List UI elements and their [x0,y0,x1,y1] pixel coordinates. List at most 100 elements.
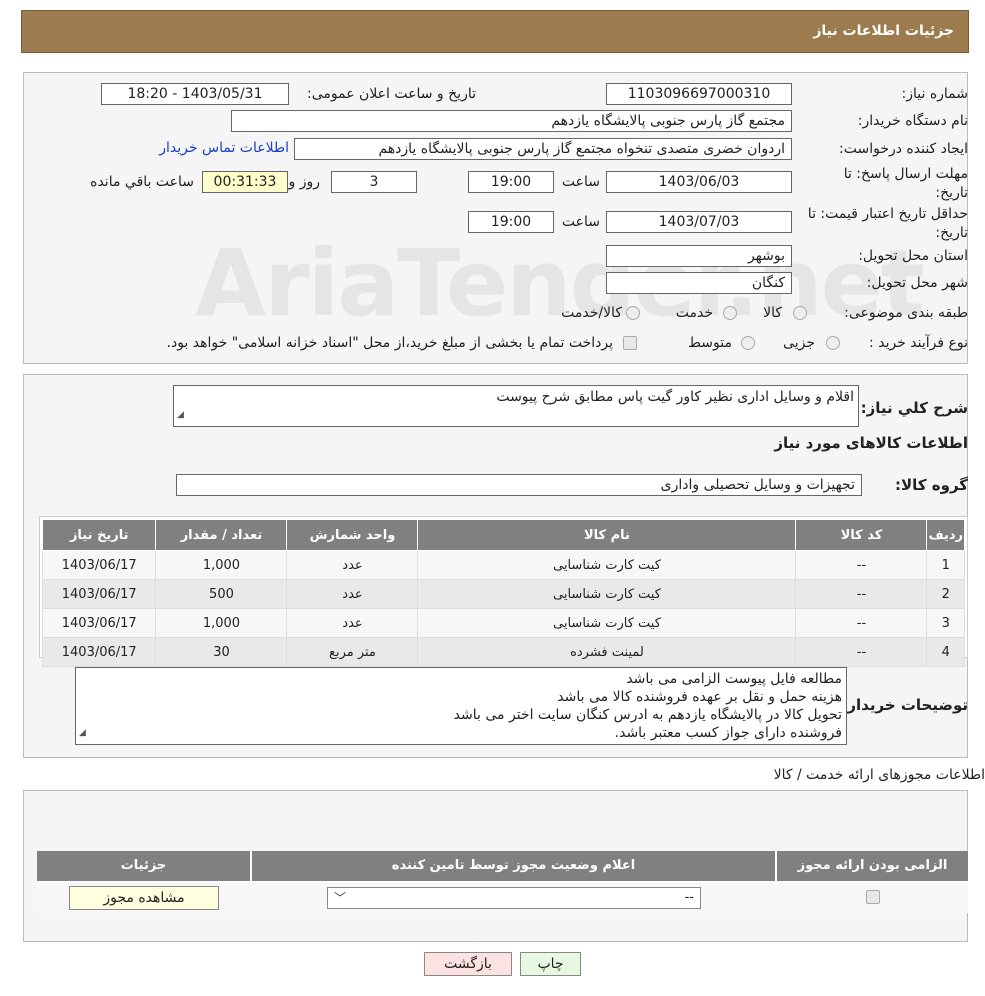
category-radio-goods[interactable] [793,306,807,320]
table-row: 4 -- لمینت فشرده متر مربع 30 1403/06/17 [41,637,965,667]
page-title: جزئیات اطلاعات نیاز [813,23,954,39]
category-label: طبقه بندی موضوعی: [844,305,968,321]
table-row: 2 -- کیت کارت شناسایی عدد 500 1403/06/17 [41,579,965,609]
watermark-logo: AriaTender.net [195,230,925,337]
buyer-note-line: هزینه حمل و نقل بر عهده فروشنده کالا می … [557,689,842,705]
items-table-header: ردیف کد کالا نام کالا واحد شمارش تعداد /… [41,519,965,551]
process-option-partial: جزیی [783,335,815,351]
need-number-label: شماره نیاز: [901,86,969,102]
creator-label: ایجاد کننده درخواست: [839,141,968,157]
summary-label: شرح کلي نیاز: [860,399,968,417]
remaining-time-label: ساعت باقي مانده [90,174,194,190]
remaining-time-field: 00:31:33 [202,171,288,193]
cell-quantity: 500 [155,579,288,609]
category-option-goods-service: کالا/خدمت [561,305,622,321]
category-radio-service[interactable] [723,306,737,320]
permits-col-required: الزامی بودن ارائه مجوز [777,851,968,881]
cell-date: 1403/06/17 [41,608,157,638]
buyer-notes-textarea[interactable]: مطالعه فایل پیوست الزامی می باشد هزینه ح… [75,667,847,745]
table-row: 3 -- کیت کارت شناسایی عدد 1,000 1403/06/… [41,608,965,638]
reply-time-label: ساعت [561,174,600,190]
back-button[interactable]: بازگشت [424,952,512,976]
resize-grip-icon[interactable]: ◢ [177,406,184,424]
col-quantity: تعداد / مقدار [155,519,288,551]
cell-name: کیت کارت شناسایی [417,579,797,609]
city-label: شهر محل تحویل: [866,275,968,291]
process-radio-medium[interactable] [741,336,755,350]
cell-date: 1403/06/17 [41,579,157,609]
cell-code: -- [795,579,928,609]
items-table: ردیف کد کالا نام کالا واحد شمارش تعداد /… [41,519,965,667]
permits-title: اطلاعات مجوزهای ارائه خدمت / کالا [773,767,985,783]
process-option-medium: متوسط [688,335,732,351]
process-radio-partial[interactable] [826,336,840,350]
items-table-wrapper: ردیف کد کالا نام کالا واحد شمارش تعداد /… [39,516,968,667]
buyer-contact-link[interactable]: اطلاعات تماس خریدار [159,140,289,156]
announce-label: تاریخ و ساعت اعلان عمومی: [307,86,476,102]
buyer-label: نام دستگاه خریدار: [857,113,968,129]
buyer-note-line: مطالعه فایل پیوست الزامی می باشد [626,671,842,687]
view-permit-button[interactable]: مشاهده مجوز [69,886,219,910]
payment-note: پرداخت تمام یا بخشی از مبلغ خرید،از محل … [166,335,613,351]
group-field: تجهیزات و وسایل تحصیلی واداری [176,474,862,496]
chevron-down-icon: ﹀ [334,891,347,905]
cell-name: لمینت فشرده [417,637,797,667]
summary-textarea[interactable]: اقلام و وسایل اداری نظیر کاور گیت پاس مط… [173,385,859,427]
cell-name: کیت کارت شناسایی [417,608,797,638]
announce-field: 1403/05/31 - 18:20 [101,83,289,105]
permits-col-status: اعلام وضعیت مجوز توسط تامین کننده [252,851,775,881]
col-row: ردیف [926,519,965,551]
buyer-note-line: تحویل کالا در پالایشگاه یازدهم به ادرس ک… [453,707,842,723]
table-row: 1 -- کیت کارت شناسایی عدد 1,000 1403/06/… [41,550,965,580]
province-field: بوشهر [606,245,792,267]
permit-status-select[interactable]: ﹀ -- [327,887,701,909]
cell-code: -- [795,550,928,580]
cell-code: -- [795,608,928,638]
creator-field: اردوان خضری متصدی تنخواه مجتمع گاز پارس … [294,138,792,160]
category-radio-goods-service[interactable] [626,306,640,320]
cell-unit: متر مربع [286,637,419,667]
resize-grip-icon[interactable]: ◢ [79,724,86,742]
process-label: نوع فرآیند خرید : [869,335,968,351]
treasury-checkbox[interactable] [623,336,637,350]
cell-code: -- [795,637,928,667]
cell-date: 1403/06/17 [41,550,157,580]
buyer-note-line: فروشنده دارای جواز کسب معتبر باشد. [614,725,842,741]
cell-unit: عدد [286,608,419,638]
price-date-field: 1403/07/03 [606,211,792,233]
buyer-notes-label: توضیحات خریدار: [841,696,968,714]
col-unit: واحد شمارش [286,519,419,551]
permit-required-checkbox [866,890,880,904]
days-label: روز و [288,174,321,190]
days-field: 3 [331,171,417,193]
price-time-label: ساعت [561,214,600,230]
need-number-field: 1103096697000310 [606,83,792,105]
cell-unit: عدد [286,579,419,609]
cell-name: کیت کارت شناسایی [417,550,797,580]
col-name: نام کالا [417,519,797,551]
cell-row: 1 [926,550,965,580]
cell-quantity: 1,000 [155,550,288,580]
cell-row: 4 [926,637,965,667]
reply-deadline-label: مهلت ارسال پاسخ: تا تاریخ: [843,166,968,201]
province-label: استان محل تحویل: [858,248,968,264]
category-option-service: خدمت [675,305,713,321]
cell-row: 3 [926,608,965,638]
cell-quantity: 30 [155,637,288,667]
permit-status-value: -- [684,890,694,905]
cell-quantity: 1,000 [155,608,288,638]
price-validity-label: حداقل تاریخ اعتبار قیمت: تا تاریخ: [807,206,968,241]
cell-date: 1403/06/17 [41,637,157,667]
group-label: گروه کالا: [895,476,968,494]
cell-row: 2 [926,579,965,609]
cell-unit: عدد [286,550,419,580]
summary-text: اقلام و وسایل اداری نظیر کاور گیت پاس مط… [496,389,854,405]
city-field: کنگان [606,272,792,294]
col-date: تاریخ نیاز [41,519,157,551]
items-title: اطلاعات کالاهای مورد نیاز [774,434,968,452]
reply-date-field: 1403/06/03 [606,171,792,193]
category-option-goods: کالا [763,305,782,321]
print-button[interactable]: چاپ [520,952,581,976]
reply-time-field: 19:00 [468,171,554,193]
price-time-field: 19:00 [468,211,554,233]
